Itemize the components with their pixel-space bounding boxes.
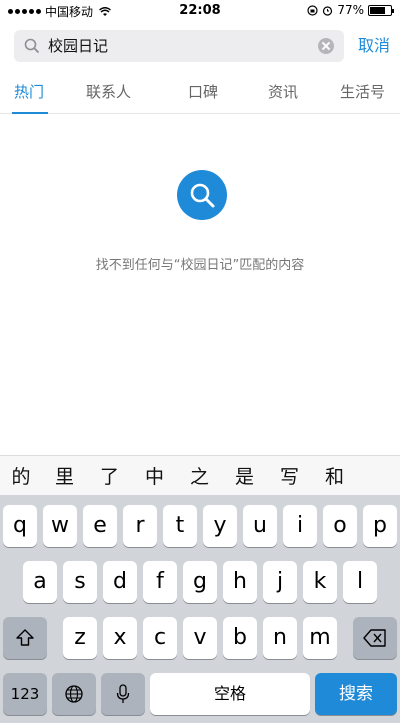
key-p[interactable]: p: [363, 505, 397, 547]
backspace-icon: [363, 629, 386, 647]
key-y[interactable]: y: [203, 505, 237, 547]
key-u[interactable]: u: [243, 505, 277, 547]
search-key[interactable]: 搜索: [315, 673, 397, 715]
key-w[interactable]: w: [43, 505, 77, 547]
globe-icon: [65, 685, 83, 703]
candidate-word[interactable]: 里: [42, 462, 87, 489]
cancel-button[interactable]: 取消: [358, 30, 390, 62]
delete-key[interactable]: [353, 617, 397, 659]
search-box[interactable]: [14, 30, 344, 62]
space-key[interactable]: 空格: [150, 673, 310, 715]
tab-news[interactable]: 资讯: [268, 70, 298, 114]
key-h[interactable]: h: [223, 561, 257, 603]
candidate-word[interactable]: 之: [177, 462, 222, 489]
key-f[interactable]: f: [143, 561, 177, 603]
key-x[interactable]: x: [103, 617, 137, 659]
microphone-icon: [116, 684, 130, 703]
tab-hot[interactable]: 热门: [14, 70, 44, 114]
battery-fill: [370, 6, 386, 14]
key-s[interactable]: s: [63, 561, 97, 603]
key-n[interactable]: n: [263, 617, 297, 659]
alarm-icon: [323, 5, 333, 16]
globe-key[interactable]: [52, 673, 96, 715]
key-e[interactable]: e: [83, 505, 117, 547]
active-tab-indicator: [12, 112, 48, 114]
key-v[interactable]: v: [183, 617, 217, 659]
candidate-word[interactable]: 中: [132, 462, 177, 489]
status-right: 77%: [307, 3, 394, 17]
shift-icon: [16, 629, 34, 646]
search-icon: [24, 38, 40, 54]
tab-life-accounts[interactable]: 生活号: [340, 70, 385, 114]
tab-reviews[interactable]: 口碑: [188, 70, 218, 114]
key-j[interactable]: j: [263, 561, 297, 603]
rotation-lock-icon: [307, 4, 318, 16]
key-z[interactable]: z: [63, 617, 97, 659]
category-tabs: 热门 联系人 口碑 资讯 生活号: [0, 70, 400, 114]
key-g[interactable]: g: [183, 561, 217, 603]
key-b[interactable]: b: [223, 617, 257, 659]
key-m[interactable]: m: [303, 617, 337, 659]
status-bar: 中国移动 22:08 77%: [0, 0, 400, 22]
key-q[interactable]: q: [3, 505, 37, 547]
search-input[interactable]: [48, 30, 318, 62]
key-k[interactable]: k: [303, 561, 337, 603]
key-d[interactable]: d: [103, 561, 137, 603]
battery-icon: [368, 4, 394, 16]
candidate-word[interactable]: 的: [0, 462, 42, 489]
empty-message: 找不到任何与“校园日记”匹配的内容: [95, 258, 305, 273]
tab-contacts[interactable]: 联系人: [86, 70, 131, 114]
key-r[interactable]: r: [123, 505, 157, 547]
key-i[interactable]: i: [283, 505, 317, 547]
key-t[interactable]: t: [163, 505, 197, 547]
empty-search-icon: [177, 170, 227, 220]
keyboard: q w e r t y u i o p a s d f g h j k l z …: [0, 495, 400, 723]
numbers-key[interactable]: 123: [3, 673, 47, 715]
key-o[interactable]: o: [323, 505, 357, 547]
candidate-word[interactable]: 和: [312, 462, 357, 489]
candidate-word[interactable]: 是: [222, 462, 267, 489]
shift-key[interactable]: [3, 617, 47, 659]
key-c[interactable]: c: [143, 617, 177, 659]
battery-percent: 77%: [337, 3, 364, 17]
candidate-word[interactable]: 写: [267, 462, 312, 489]
key-l[interactable]: l: [343, 561, 377, 603]
candidate-word[interactable]: 了: [87, 462, 132, 489]
microphone-key[interactable]: [101, 673, 145, 715]
search-row: 取消: [0, 26, 400, 66]
key-a[interactable]: a: [23, 561, 57, 603]
clear-icon[interactable]: [318, 38, 334, 54]
candidate-bar: 的 里 了 中 之 是 写 和: [0, 455, 400, 495]
